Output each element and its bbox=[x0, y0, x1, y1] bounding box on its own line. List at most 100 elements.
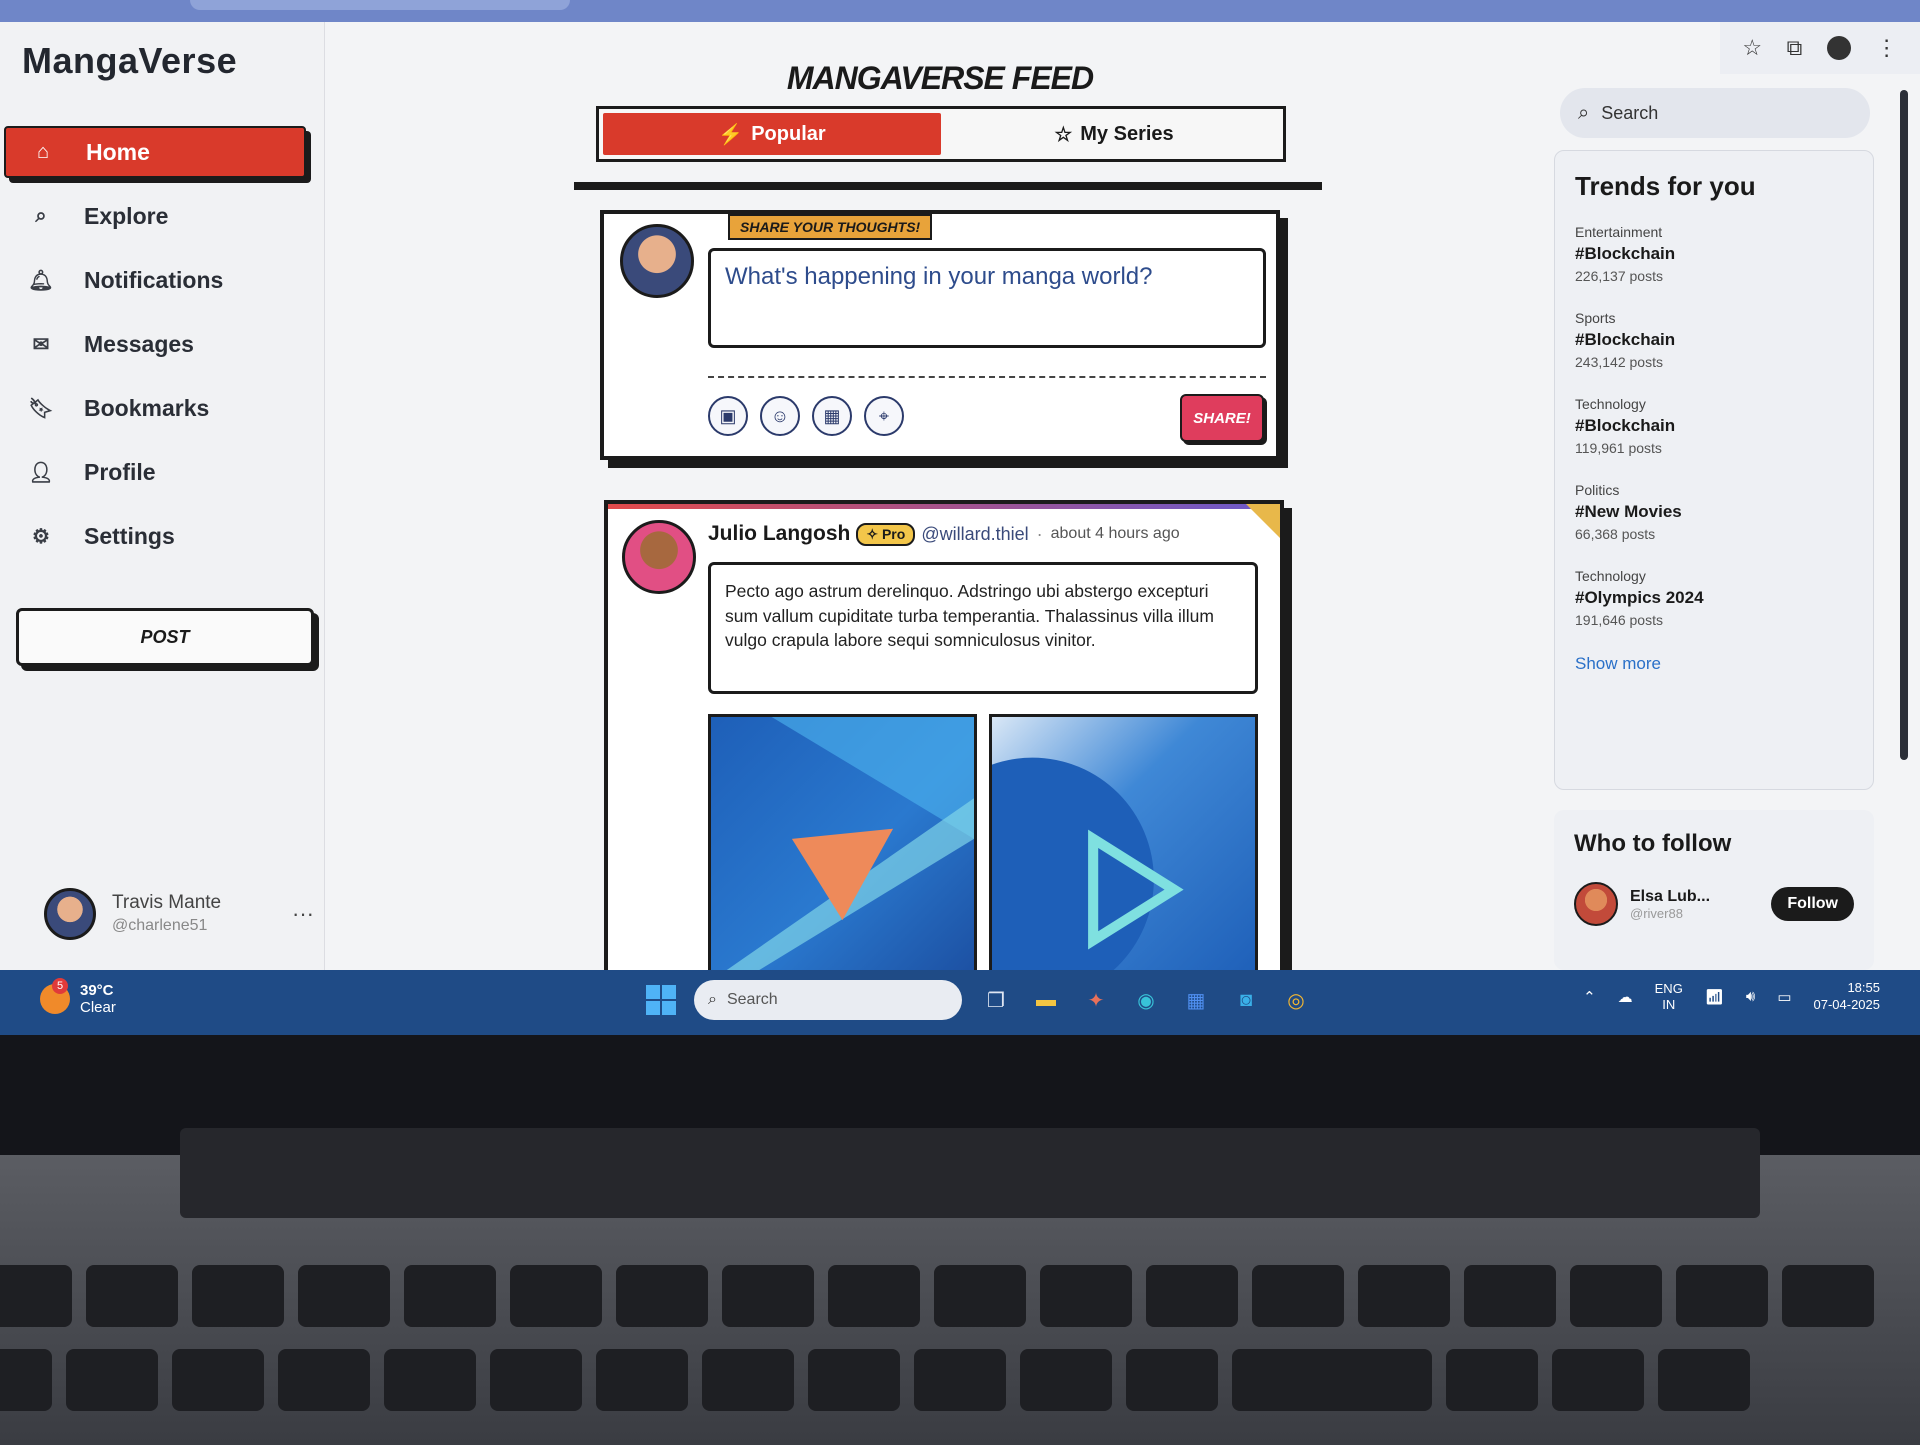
clock-date: 07-04-2025 bbox=[1813, 996, 1881, 1012]
show-more-link[interactable]: Show more bbox=[1575, 654, 1853, 674]
sidebar-item-label: Bookmarks bbox=[84, 394, 210, 421]
clock[interactable]: 18:55 07-04-2025 bbox=[1814, 980, 1881, 1014]
tab-popular[interactable]: ⚡ Popular bbox=[603, 113, 941, 155]
keyboard-key bbox=[1782, 1265, 1874, 1327]
location-icon[interactable]: ⌖ bbox=[864, 396, 904, 436]
extensions-icon[interactable]: ⧉ bbox=[1787, 35, 1803, 61]
follow-button[interactable]: Follow bbox=[1771, 887, 1854, 921]
weather-icon: 5 bbox=[40, 978, 70, 1014]
tab-label: Popular bbox=[751, 122, 826, 145]
keyboard-key bbox=[490, 1349, 582, 1411]
app-logo[interactable]: MangaVerse bbox=[22, 40, 237, 82]
trend-tag: #New Movies bbox=[1575, 502, 1682, 521]
browser-tab[interactable] bbox=[190, 0, 570, 10]
post-corner-accent bbox=[1246, 504, 1280, 538]
trend-item[interactable]: Technology #Olympics 2024 191,646 posts bbox=[1575, 568, 1853, 628]
post-stripe bbox=[608, 504, 1280, 509]
sidebar-item-messages[interactable]: ✉ Messages bbox=[4, 318, 306, 370]
keyboard-row-function bbox=[0, 1265, 1874, 1327]
chevron-up-icon[interactable]: ⌃ bbox=[1583, 988, 1596, 1006]
search-input[interactable]: ⌕ Search bbox=[1560, 88, 1870, 138]
post-author-handle[interactable]: @willard.thiel bbox=[921, 524, 1028, 545]
more-options-icon[interactable]: ··· bbox=[292, 901, 314, 927]
keyboard-key bbox=[808, 1349, 900, 1411]
sidebar-item-home[interactable]: ⌂ Home bbox=[4, 126, 306, 178]
kebab-menu-icon[interactable]: ⋮ bbox=[1876, 35, 1898, 61]
windows-start-icon[interactable] bbox=[646, 985, 676, 1015]
keyboard-key bbox=[934, 1265, 1026, 1327]
sidebar-item-notifications[interactable]: 🔔︎ Notifications bbox=[4, 254, 306, 306]
browser-tab-strip bbox=[0, 0, 1920, 22]
composer-tools: ▣ ☺ ▦ ⌖ bbox=[708, 396, 904, 436]
abstract-art bbox=[718, 717, 974, 976]
who-to-follow-title: Who to follow bbox=[1574, 830, 1732, 857]
trend-category: Entertainment bbox=[1575, 224, 1663, 240]
bell-icon: 🔔︎ bbox=[28, 269, 54, 292]
browser-toolbar: ☆ ⧉ ⋮ bbox=[1720, 22, 1920, 74]
profile-avatar[interactable] bbox=[1827, 36, 1852, 60]
copilot-icon[interactable]: ✦ bbox=[1080, 984, 1112, 1016]
keyboard-key bbox=[1252, 1265, 1344, 1327]
emoji-icon[interactable]: ☺ bbox=[760, 396, 800, 436]
wifi-icon[interactable]: 📶︎ bbox=[1705, 988, 1724, 1006]
trend-tag: #Blockchain bbox=[1575, 244, 1676, 263]
file-explorer-icon[interactable]: ▬ bbox=[1030, 984, 1062, 1016]
trends-title: Trends for you bbox=[1575, 171, 1756, 201]
star-icon[interactable]: ☆ bbox=[1742, 35, 1762, 61]
weather-widget[interactable]: 5 39°C Clear bbox=[40, 978, 116, 1016]
share-button[interactable]: SHARE! bbox=[1180, 394, 1264, 442]
avatar bbox=[44, 888, 96, 940]
weather-temp: 39°C bbox=[80, 982, 114, 999]
avatar[interactable] bbox=[1574, 882, 1618, 926]
laptop-hinge bbox=[180, 1128, 1760, 1218]
compose-input[interactable]: What's happening in your manga world? bbox=[708, 248, 1266, 348]
suggested-user-name[interactable]: Elsa Lub... bbox=[1630, 887, 1710, 906]
post-body: Pecto ago astrum derelinquo. Adstringo u… bbox=[708, 562, 1258, 694]
image-icon[interactable]: ▣ bbox=[708, 396, 748, 436]
right-column: ⌕ Search Trends for you Entertainment #Blo… bbox=[1540, 80, 1880, 970]
sidebar-item-profile[interactable]: 👤︎ Profile bbox=[4, 446, 306, 498]
search-icon: ⌕ bbox=[1578, 101, 1590, 124]
onedrive-icon[interactable]: ☁ bbox=[1618, 988, 1633, 1006]
trend-item[interactable]: Entertainment #Blockchain 226,137 posts bbox=[1575, 224, 1853, 284]
trend-tag: #Blockchain bbox=[1575, 330, 1676, 349]
post-composer: SHARE YOUR THOUGHTS! What's happening in… bbox=[600, 210, 1280, 460]
trend-tag: #Olympics 2024 bbox=[1575, 588, 1704, 607]
volume-icon[interactable]: 🔊︎ bbox=[1746, 988, 1755, 1005]
app-icon[interactable]: ◙ bbox=[1230, 984, 1262, 1016]
keyboard-key bbox=[192, 1265, 284, 1327]
keyboard-key bbox=[1446, 1349, 1538, 1411]
trend-item[interactable]: Sports #Blockchain 243,142 posts bbox=[1575, 310, 1853, 370]
task-view-icon[interactable]: ❐ bbox=[980, 984, 1012, 1016]
pro-badge: ✧ Pro bbox=[856, 522, 916, 546]
battery-icon[interactable]: ▭ bbox=[1777, 988, 1791, 1006]
keyboard-key bbox=[172, 1349, 264, 1411]
avatar[interactable] bbox=[622, 520, 696, 594]
trend-count: 243,142 posts bbox=[1575, 354, 1663, 370]
current-user-name: Travis Mante bbox=[112, 892, 222, 914]
scrollbar[interactable] bbox=[1900, 90, 1908, 760]
sidebar-item-bookmarks[interactable]: 🔖︎ Bookmarks bbox=[4, 382, 306, 434]
tab-my-series[interactable]: ☆ My Series bbox=[945, 109, 1283, 159]
weather-badge: 5 bbox=[52, 978, 68, 994]
trend-item[interactable]: Politics #New Movies 66,368 posts bbox=[1575, 482, 1853, 542]
post-author-name[interactable]: Julio Langosh bbox=[708, 522, 850, 546]
store-icon[interactable]: ▦ bbox=[1180, 984, 1212, 1016]
current-user-card[interactable]: Travis Mante @charlene51 ··· bbox=[44, 882, 314, 946]
post-button[interactable]: POST bbox=[16, 608, 314, 666]
post-image[interactable] bbox=[708, 714, 977, 976]
post-timestamp: about 4 hours ago bbox=[1050, 525, 1180, 542]
post-image[interactable] bbox=[989, 714, 1258, 976]
keyboard-key bbox=[510, 1265, 602, 1327]
trend-item[interactable]: Technology #Blockchain 119,961 posts bbox=[1575, 396, 1853, 456]
language-indicator[interactable]: ENG IN bbox=[1655, 981, 1683, 1012]
avatar bbox=[620, 224, 694, 298]
trend-category: Politics bbox=[1575, 482, 1620, 498]
chrome-icon[interactable]: ◎ bbox=[1280, 984, 1312, 1016]
keyboard-key bbox=[1570, 1265, 1662, 1327]
edge-icon[interactable]: ◉ bbox=[1130, 984, 1162, 1016]
sidebar-item-settings[interactable]: ⚙ Settings bbox=[4, 510, 306, 562]
calendar-icon[interactable]: ▦ bbox=[812, 396, 852, 436]
taskbar-search[interactable]: ⌕ Search bbox=[694, 980, 962, 1020]
sidebar-item-explore[interactable]: ⌕ Explore bbox=[4, 190, 306, 242]
